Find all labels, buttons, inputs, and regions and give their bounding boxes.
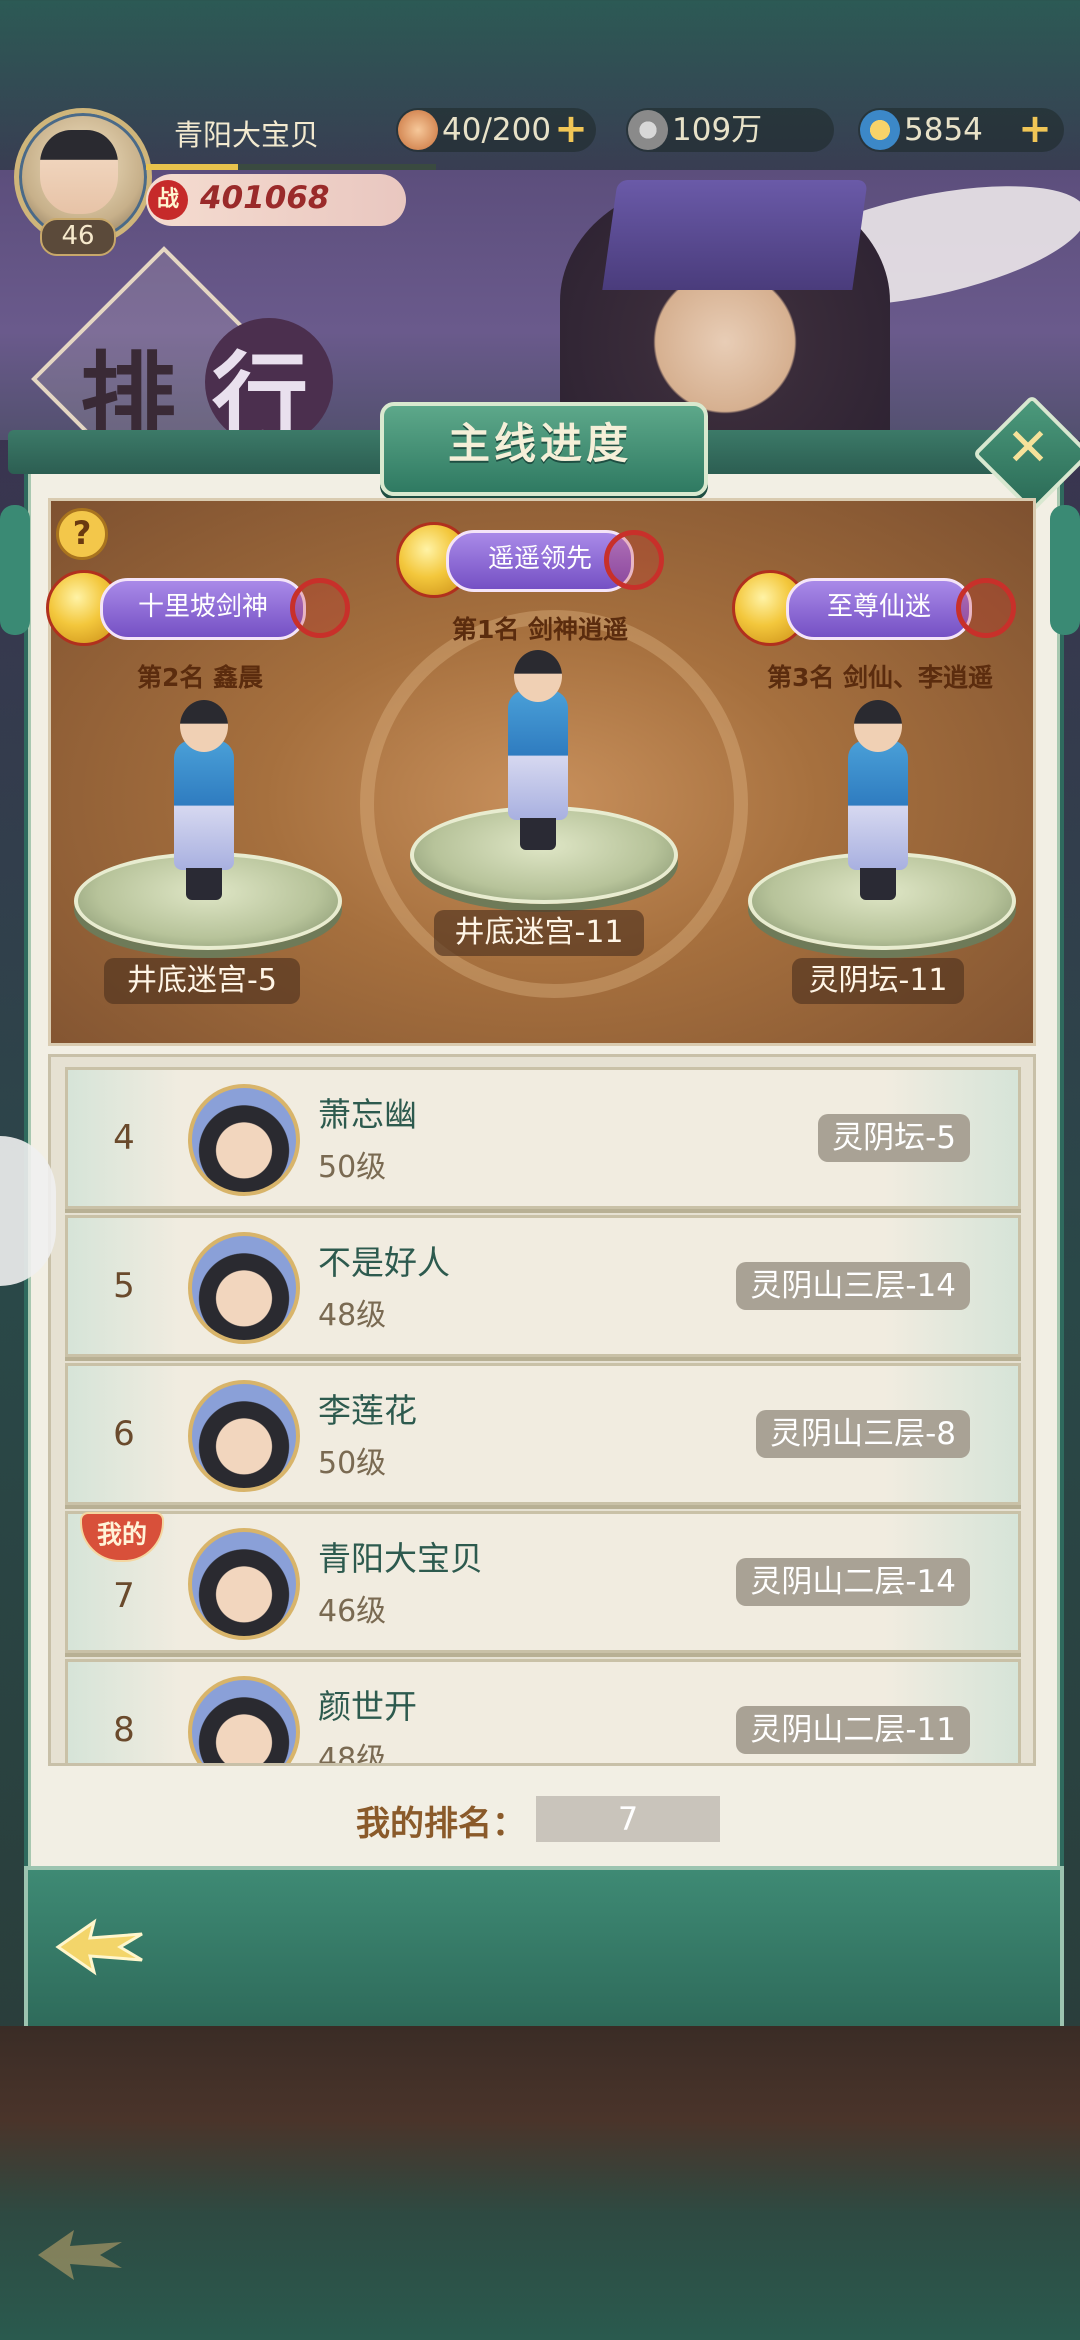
ranking-list[interactable]: 4 萧忘幽 50级 灵阴坛-5 5 不是好人 48级 灵阴山三层-14 6 李莲… (48, 1054, 1036, 1766)
stamina-counter: 40/200 + (396, 108, 596, 152)
player-name: 青阳大宝贝 (174, 118, 320, 152)
character-legs (860, 868, 896, 900)
back-arrow-icon[interactable] (30, 2220, 130, 2290)
coin-counter: 109万 (626, 108, 834, 152)
character-body (174, 740, 234, 870)
podium-2-location: 井底迷宫-5 (104, 958, 300, 1004)
row-rank: 8 (113, 1710, 135, 1750)
gem-counter: 5854 + (858, 108, 1064, 152)
stamina-value: 40/200 (442, 112, 552, 148)
chinese-knot-icon (956, 578, 1016, 638)
row-avatar[interactable] (188, 1084, 300, 1196)
chinese-knot-icon (604, 530, 664, 590)
character-body (848, 740, 908, 870)
row-rank: 6 (113, 1414, 135, 1454)
help-icon[interactable]: ? (56, 508, 108, 560)
character-head (514, 650, 562, 702)
row-rank: 7 (113, 1576, 135, 1616)
podium-3-title: 至尊仙迷 (786, 578, 972, 640)
exp-bar-fill (146, 164, 238, 170)
chinese-knot-icon (290, 578, 350, 638)
floor-background (0, 2026, 1080, 2340)
row-location: 灵阴坛-5 (818, 1114, 970, 1162)
character-body (508, 690, 568, 820)
ranking-row[interactable]: 4 萧忘幽 50级 灵阴坛-5 (65, 1067, 1021, 1209)
add-stamina-button[interactable]: + (554, 109, 588, 149)
character-legs (186, 868, 222, 900)
podium-3-character[interactable] (834, 700, 922, 900)
back-arrow-svg (55, 1918, 143, 1976)
power-value: 401068 (200, 180, 330, 216)
panel-title: 主线进度 (447, 419, 632, 468)
row-player-name: 青阳大宝贝 (318, 1539, 483, 1578)
player-avatar-face (40, 130, 118, 214)
add-gem-button[interactable]: + (1018, 109, 1052, 149)
row-player-level: 50级 (318, 1446, 387, 1481)
podium-2-character[interactable] (160, 700, 248, 900)
gem-icon (860, 110, 900, 150)
ranking-row-mine[interactable]: 我的 7 青阳大宝贝 46级 灵阴山二层-14 (65, 1511, 1021, 1653)
podium-2-title: 十里坡剑神 (100, 578, 306, 640)
podium-1-rank: 第1名 剑神逍遥 (451, 615, 629, 644)
back-arrow-svg (38, 2230, 122, 2280)
my-rank-label: 我的排名： (356, 1804, 526, 1844)
podium-2-rank: 第2名 鑫晨 (136, 663, 264, 692)
row-location: 灵阴山二层-11 (736, 1706, 970, 1754)
row-avatar[interactable] (188, 1528, 300, 1640)
row-player-name: 李莲花 (318, 1391, 417, 1430)
ranking-row[interactable]: 6 李莲花 50级 灵阴山三层-8 (65, 1363, 1021, 1505)
panel-footer (24, 1866, 1064, 2034)
character-legs (520, 818, 556, 850)
close-icon[interactable]: ✕ (990, 410, 1066, 486)
ranking-row[interactable]: 8 颜世开 48级 灵阴山二层-11 (65, 1659, 1021, 1766)
row-player-name: 颜世开 (318, 1687, 417, 1726)
ranking-row[interactable]: 5 不是好人 48级 灵阴山三层-14 (65, 1215, 1021, 1357)
row-player-level: 48级 (318, 1742, 387, 1766)
podium-3-location: 灵阴坛-11 (792, 958, 964, 1004)
banner-character-hat (602, 180, 868, 290)
podium-1-character[interactable] (494, 650, 582, 850)
row-location: 灵阴山二层-14 (736, 1558, 970, 1606)
row-player-level: 50级 (318, 1150, 387, 1185)
row-location: 灵阴山三层-8 (756, 1410, 970, 1458)
podium-1-location: 井底迷宫-11 (434, 910, 644, 956)
stamina-icon (398, 110, 438, 150)
right-ornament (1050, 505, 1080, 635)
power-badge: 战 (148, 180, 188, 220)
back-arrow-icon[interactable] (50, 1912, 150, 1982)
character-head (180, 700, 228, 752)
podium-3-rank: 第3名 剑仙、李逍遥 (766, 663, 994, 692)
row-avatar[interactable] (188, 1232, 300, 1344)
row-player-level: 46级 (318, 1594, 387, 1629)
row-player-name: 萧忘幽 (318, 1095, 417, 1134)
character-head (854, 700, 902, 752)
row-player-level: 48级 (318, 1298, 387, 1333)
row-rank: 5 (113, 1266, 135, 1306)
player-level-badge: 46 (40, 218, 116, 256)
gem-value: 5854 (904, 112, 983, 148)
row-rank: 4 (113, 1118, 135, 1158)
coin-icon (628, 110, 668, 150)
row-avatar[interactable] (188, 1380, 300, 1492)
row-avatar[interactable] (188, 1676, 300, 1763)
row-location: 灵阴山三层-14 (736, 1262, 970, 1310)
row-player-name: 不是好人 (318, 1243, 450, 1282)
coin-value: 109万 (672, 112, 763, 148)
left-ornament (0, 505, 30, 635)
my-rank-value: 7 (536, 1796, 720, 1842)
